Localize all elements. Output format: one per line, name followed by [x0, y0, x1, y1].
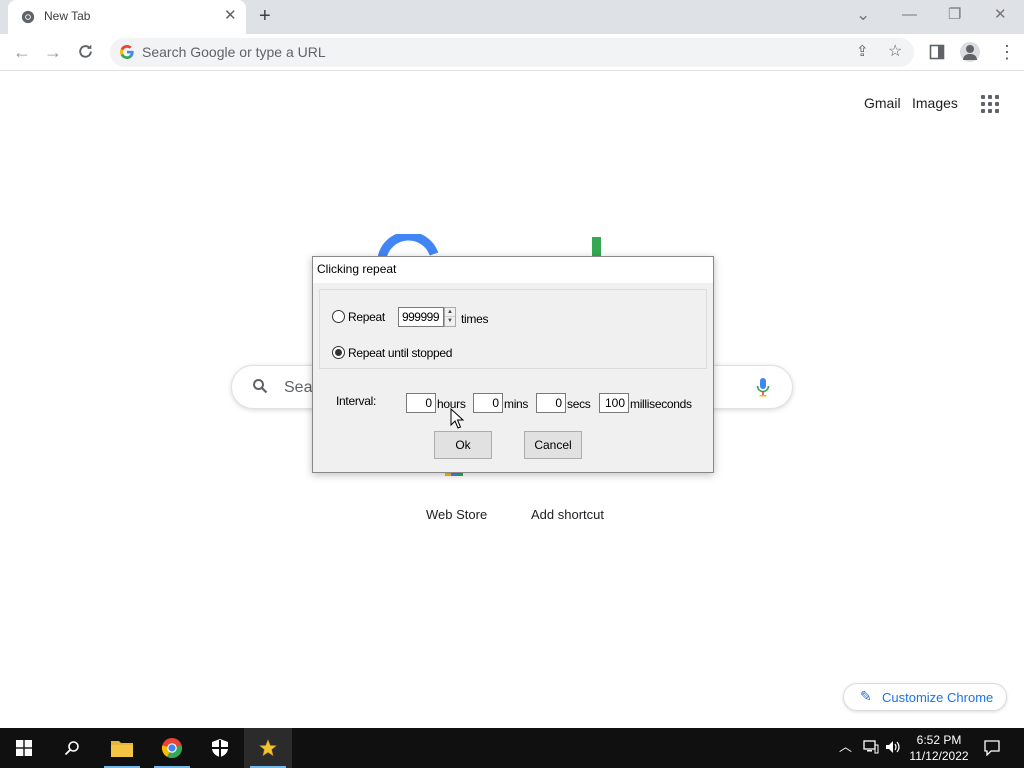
- dialog-title: Clicking repeat: [317, 262, 397, 276]
- taskbar-search-icon[interactable]: [48, 728, 96, 768]
- pencil-icon: ✎: [860, 688, 872, 704]
- auto-clicker-icon[interactable]: [244, 728, 292, 768]
- minimize-button[interactable]: —: [902, 6, 917, 24]
- google-g-icon: [120, 45, 134, 59]
- windows-start-icon[interactable]: [0, 728, 48, 768]
- browser-toolbar: ← → Search Google or type a URL ⇪ ☆ ⋮: [0, 34, 1024, 71]
- google-apps-icon[interactable]: [981, 95, 999, 113]
- mins-input[interactable]: 0: [473, 393, 503, 413]
- volume-icon[interactable]: [885, 740, 901, 754]
- dialog-body: Repeat 999999 ▲ ▼ times Repeat until sto…: [313, 283, 713, 472]
- secs-label: secs: [567, 397, 591, 411]
- times-label: times: [461, 312, 489, 326]
- tray-chevron-up-icon[interactable]: ︿: [839, 739, 852, 755]
- shortcut-add[interactable]: Add shortcut: [531, 507, 604, 522]
- repeat-groupbox: Repeat 999999 ▲ ▼ times Repeat until sto…: [319, 289, 707, 369]
- gmail-link[interactable]: Gmail: [864, 95, 901, 111]
- customize-chrome-label: Customize Chrome: [882, 690, 994, 705]
- windows-taskbar: ︿ 6:52 PM 11/12/2022: [0, 728, 1024, 768]
- clock-time: 6:52 PM: [916, 733, 962, 747]
- google-logo-l: [592, 237, 601, 257]
- clock-date: 11/12/2022: [909, 749, 969, 763]
- interval-label: Interval:: [336, 394, 376, 408]
- search-icon: [253, 379, 268, 394]
- repeat-until-stopped-radio[interactable]: [332, 346, 345, 359]
- forward-arrow-icon[interactable]: →: [43, 42, 63, 62]
- tab-new-tab[interactable]: New Tab ✕: [8, 0, 246, 34]
- reload-icon[interactable]: [77, 43, 94, 60]
- chrome-taskbar-icon[interactable]: [148, 728, 196, 768]
- mins-label: mins: [504, 397, 529, 411]
- hours-input[interactable]: 0: [406, 393, 436, 413]
- repeat-count-spinner[interactable]: ▲ ▼: [444, 307, 456, 327]
- repeat-label: Repeat: [348, 310, 385, 324]
- repeat-radio[interactable]: [332, 310, 345, 323]
- repeat-until-stopped-label: Repeat until stopped: [348, 346, 453, 360]
- network-icon[interactable]: [863, 740, 879, 754]
- customize-chrome-button[interactable]: ✎ Customize Chrome: [843, 683, 1007, 711]
- clicking-repeat-dialog: Clicking repeat Repeat 999999 ▲ ▼ times …: [312, 256, 714, 473]
- webstore-shortcut-tile[interactable]: [433, 470, 479, 492]
- repeat-count-input[interactable]: 999999: [398, 307, 444, 327]
- tab-search-icon[interactable]: ⌄: [856, 6, 870, 24]
- chrome-menu-icon[interactable]: ⋮: [998, 42, 1016, 62]
- mouse-cursor-icon: [450, 408, 464, 429]
- windows-security-icon[interactable]: [196, 728, 244, 768]
- bookmark-star-icon[interactable]: ☆: [888, 43, 902, 61]
- browser-titlebar: New Tab ✕ + ⌄ — ❐ ✕: [0, 0, 1024, 34]
- shortcut-web-store[interactable]: Web Store: [426, 507, 487, 522]
- spinner-down-icon[interactable]: ▼: [445, 317, 455, 326]
- file-explorer-icon[interactable]: [98, 728, 146, 768]
- address-bar[interactable]: Search Google or type a URL ⇪ ☆: [110, 38, 914, 67]
- notifications-icon[interactable]: [984, 740, 1000, 756]
- secs-input[interactable]: 0: [536, 393, 566, 413]
- side-panel-icon[interactable]: [929, 44, 945, 60]
- restore-button[interactable]: ❐: [948, 6, 961, 24]
- chrome-favicon-icon: [21, 10, 35, 24]
- window-close-button[interactable]: ✕: [994, 6, 1007, 24]
- images-link[interactable]: Images: [912, 95, 958, 111]
- milliseconds-input[interactable]: 100: [599, 393, 629, 413]
- new-tab-button[interactable]: +: [259, 5, 271, 27]
- taskbar-clock[interactable]: 6:52 PM 11/12/2022: [902, 732, 976, 764]
- ok-button[interactable]: Ok: [434, 431, 492, 459]
- milliseconds-label: milliseconds: [630, 397, 692, 411]
- tab-title: New Tab: [44, 9, 91, 23]
- spinner-up-icon[interactable]: ▲: [445, 308, 455, 317]
- share-icon[interactable]: ⇪: [856, 43, 869, 61]
- microphone-icon[interactable]: [756, 377, 770, 397]
- address-bar-placeholder: Search Google or type a URL: [142, 44, 326, 60]
- cancel-button[interactable]: Cancel: [524, 431, 582, 459]
- profile-avatar-icon[interactable]: [960, 42, 980, 62]
- back-arrow-icon[interactable]: ←: [12, 42, 32, 62]
- tab-close-icon[interactable]: ✕: [224, 8, 237, 24]
- google-logo: [378, 234, 438, 258]
